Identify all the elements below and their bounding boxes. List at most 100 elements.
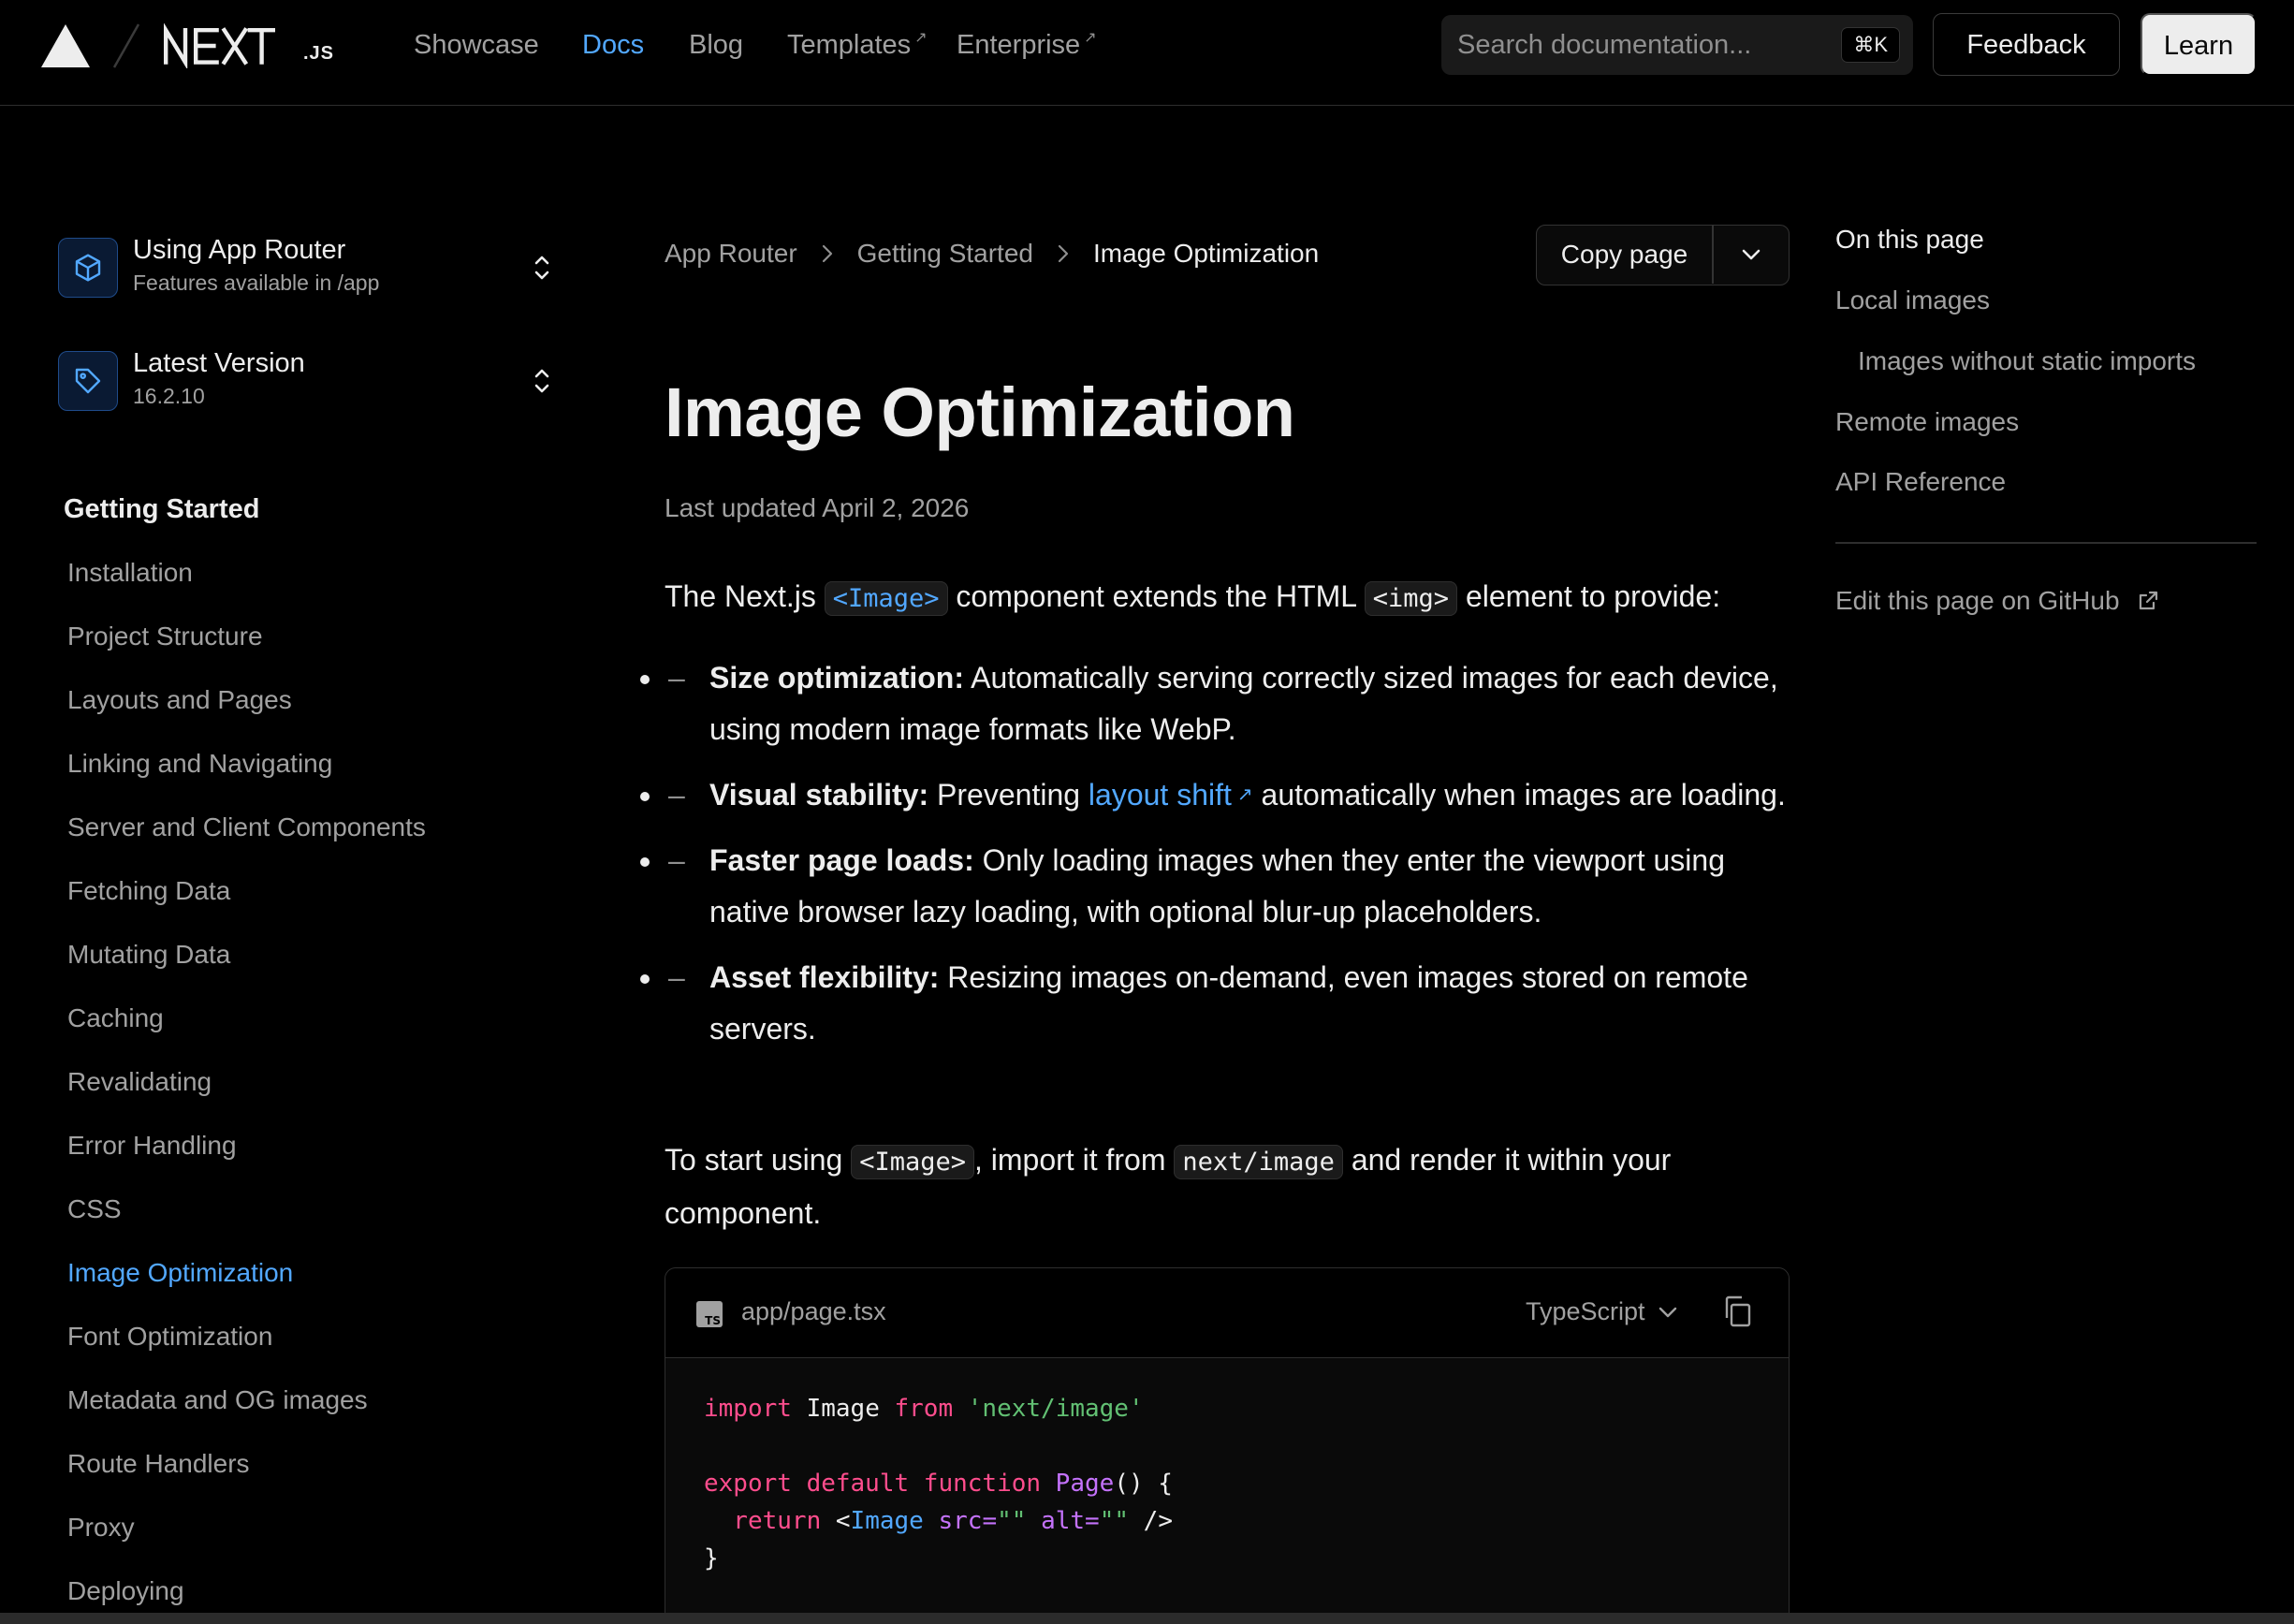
chevron-down-icon xyxy=(1742,249,1761,260)
router-selector[interactable]: Using App Router Features available in /… xyxy=(58,233,569,300)
sidebar-section-heading[interactable]: Getting Started xyxy=(64,494,259,525)
sidebar-item-image-optimization[interactable]: Image Optimization xyxy=(67,1254,592,1318)
nav-link-templates[interactable]: Templates ↗ xyxy=(787,30,928,61)
toc-item-remote-images[interactable]: Remote images xyxy=(1835,407,2019,437)
docs-page: .JS Showcase Docs Blog Templates ↗ Enterp… xyxy=(0,0,2294,1624)
sidebar-item-proxy[interactable]: Proxy xyxy=(67,1509,592,1573)
intro-paragraph: The Next.js <Image> component extends th… xyxy=(665,571,1791,624)
external-link-icon: ↗ xyxy=(1236,784,1253,805)
edit-on-github-label: Edit this page on GitHub xyxy=(1835,586,2120,615)
tag-icon xyxy=(58,351,118,411)
breadcrumb: App Router Getting Started Image Optimiz… xyxy=(665,239,1319,269)
inline-code-image-component[interactable]: <Image> xyxy=(824,581,948,616)
chevron-up-down-icon xyxy=(534,256,549,280)
usage-text: To start using xyxy=(665,1143,852,1177)
logo-js-suffix: .JS xyxy=(303,43,335,64)
bullet-text: automatically when images are loading. xyxy=(1252,778,1786,812)
usage-paragraph: To start using <Image>, import it from n… xyxy=(665,1134,1791,1239)
version-selector-title: Latest Version xyxy=(133,348,305,378)
bullet-heading: Asset flexibility: xyxy=(709,960,940,994)
learn-button[interactable]: Learn xyxy=(2141,13,2257,76)
intro-text: element to provide: xyxy=(1457,579,1721,613)
bullet-dash: – xyxy=(668,778,685,812)
sidebar-item-revalidating[interactable]: Revalidating xyxy=(67,1063,592,1127)
nav-link-blog[interactable]: Blog xyxy=(689,30,743,61)
list-item: – Asset flexibility: Resizing images on-… xyxy=(665,952,1791,1055)
intro-text: component extends the HTML xyxy=(947,579,1365,613)
sidebar-item-font-optimization[interactable]: Font Optimization xyxy=(67,1318,592,1382)
nav-link-enterprise[interactable]: Enterprise ↗ xyxy=(957,30,1097,61)
edit-on-github-link[interactable]: Edit this page on GitHub xyxy=(1835,586,2159,616)
breadcrumb-item-getting-started[interactable]: Getting Started xyxy=(857,239,1033,269)
search-shortcut-badge: ⌘K xyxy=(1841,27,1900,63)
inline-code-img: <img> xyxy=(1364,581,1458,616)
code-filename: app/page.tsx xyxy=(741,1297,886,1325)
inline-code-next-image: next/image xyxy=(1174,1145,1343,1179)
bullet-heading: Size optimization: xyxy=(709,661,964,695)
router-selector-title: Using App Router xyxy=(133,235,346,265)
chevron-up-down-icon xyxy=(534,369,549,393)
chevron-right-icon xyxy=(1058,244,1069,263)
nextjs-logo-icon[interactable] xyxy=(163,23,275,68)
copy-icon[interactable] xyxy=(1721,1295,1753,1328)
nav-link-showcase[interactable]: Showcase xyxy=(414,30,539,61)
sidebar-item-route-handlers[interactable]: Route Handlers xyxy=(67,1445,592,1509)
feature-list: – Size optimization: Automatically servi… xyxy=(665,652,1791,1069)
router-selector-subtitle: Features available in /app xyxy=(133,271,380,295)
typescript-file-icon: TS xyxy=(696,1301,723,1327)
sidebar-item-linking-and-navigating[interactable]: Linking and Navigating xyxy=(67,745,592,809)
cube-icon xyxy=(58,238,118,298)
toc-divider xyxy=(1835,542,2257,544)
list-item: – Faster page loads: Only loading images… xyxy=(665,835,1791,938)
sidebar-item-installation[interactable]: Installation xyxy=(67,554,592,618)
feedback-button[interactable]: Feedback xyxy=(1933,13,2120,76)
copy-page-button[interactable]: Copy page xyxy=(1537,226,1712,284)
bullet-heading: Faster page loads: xyxy=(709,843,974,877)
sidebar-nav: Installation Project Structure Layouts a… xyxy=(67,554,592,1624)
bullet-dash: – xyxy=(668,960,685,994)
code-block-header: TS app/page.tsx TypeScript xyxy=(665,1268,1789,1358)
page-title: Image Optimization xyxy=(665,373,1295,451)
sidebar-item-css[interactable]: CSS xyxy=(67,1191,592,1254)
copy-page-control: Copy page xyxy=(1536,225,1790,285)
sidebar-item-metadata-and-og-images[interactable]: Metadata and OG images xyxy=(67,1382,592,1445)
chevron-right-icon xyxy=(822,244,832,263)
sidebar-item-layouts-and-pages[interactable]: Layouts and Pages xyxy=(67,681,592,745)
window-bottom-edge xyxy=(0,1613,2294,1624)
top-navigation: .JS Showcase Docs Blog Templates ↗ Enterp… xyxy=(0,0,2294,106)
language-select-value: TypeScript xyxy=(1526,1297,1645,1325)
sidebar-item-caching[interactable]: Caching xyxy=(67,1000,592,1063)
nav-link-docs[interactable]: Docs xyxy=(582,30,644,61)
external-link-icon: ↗ xyxy=(1084,30,1097,46)
breadcrumb-item-current: Image Optimization xyxy=(1092,239,1320,268)
code-block: TS app/page.tsx TypeScript import Image … xyxy=(665,1267,1790,1624)
sidebar-item-error-handling[interactable]: Error Handling xyxy=(67,1127,592,1191)
vercel-logo-icon[interactable] xyxy=(41,24,90,67)
sidebar-item-server-and-client-components[interactable]: Server and Client Components xyxy=(67,809,592,872)
external-link-icon: ↗ xyxy=(914,30,928,46)
toc-title: On this page xyxy=(1835,225,1984,254)
toc-item-images-without-static-imports[interactable]: Images without static imports xyxy=(1858,346,2196,376)
logo-divider xyxy=(112,23,140,68)
usage-text: , import it from xyxy=(974,1143,1175,1177)
sidebar-item-mutating-data[interactable]: Mutating Data xyxy=(67,936,592,1000)
copy-page-menu-button[interactable] xyxy=(1714,226,1789,284)
intro-text: The Next.js xyxy=(665,579,825,613)
sidebar-item-project-structure[interactable]: Project Structure xyxy=(67,618,592,681)
bullet-dash: – xyxy=(668,843,685,877)
language-select[interactable]: TypeScript xyxy=(1526,1297,1679,1326)
last-updated: Last updated April 2, 2026 xyxy=(665,493,970,522)
inline-code-image-component: <Image> xyxy=(851,1145,974,1179)
toc-item-api-reference[interactable]: API Reference xyxy=(1835,467,2006,497)
version-selector-subtitle: 16.2.10 xyxy=(133,384,205,408)
code-content: import Image from 'next/image' export de… xyxy=(704,1395,1173,1573)
version-selector[interactable]: Latest Version 16.2.10 xyxy=(58,346,569,414)
toc-item-local-images[interactable]: Local images xyxy=(1835,285,1990,315)
search-input[interactable]: Search documentation... ⌘K xyxy=(1441,15,1913,75)
layout-shift-link[interactable]: layout shift ↗ xyxy=(1089,778,1253,812)
sidebar-item-fetching-data[interactable]: Fetching Data xyxy=(67,872,592,936)
breadcrumb-item-app-router[interactable]: App Router xyxy=(665,239,797,269)
chevron-down-icon xyxy=(1658,1307,1676,1317)
bullet-dash: – xyxy=(668,661,685,695)
external-link-icon xyxy=(2139,591,2157,610)
